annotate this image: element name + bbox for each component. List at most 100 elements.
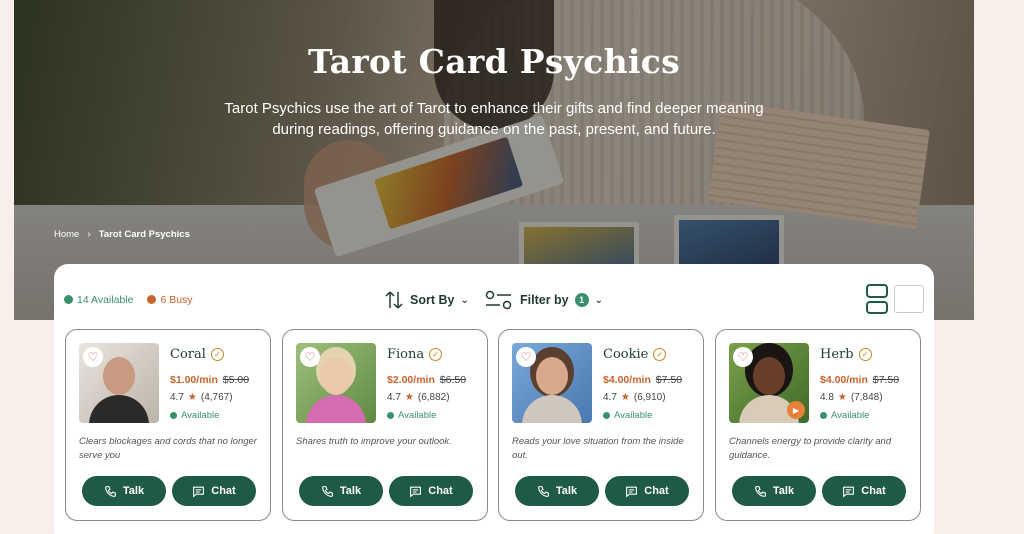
verified-icon: ✓ [858,348,872,361]
review-count: (6,882) [417,392,450,403]
chevron-down-icon: ⌄ [460,294,469,306]
busy-dot-icon [147,295,157,304]
availability-summary: 14 Available 6 Busy [64,294,193,306]
status-badge: Available [387,410,436,421]
psychic-card[interactable]: ♡ Coral ✓ $1.00/min $5.00 4.7 ★ (4,767) Ava… [65,329,271,521]
breadcrumb: Home › Tarot Card Psychics [54,229,190,240]
page-title: Tarot Card Psychics [307,42,681,81]
old-price: $6.50 [439,374,467,386]
price: $4.00/min $7.50 [603,374,682,386]
chat-button[interactable]: Chat [172,476,256,506]
status-text: Available [398,410,437,421]
chevron-right-icon: › [87,229,91,240]
rating-value: 4.8 [820,392,834,403]
rating-value: 4.7 [603,392,617,403]
chat-button[interactable]: Chat [822,476,906,506]
current-price: $1.00/min [170,374,218,386]
rating: 4.8 ★ (7,848) [820,392,883,403]
psychic-name[interactable]: Cookie ✓ [603,347,667,362]
busy-label: 6 Busy [160,294,193,306]
chat-button[interactable]: Chat [389,476,473,506]
status-text: Available [614,410,653,421]
photo-figure [753,357,785,395]
psychic-photo[interactable]: ♡ ▶ [729,343,809,423]
heart-icon[interactable]: ♡ [300,347,320,367]
list-view-toggle[interactable] [866,284,888,314]
psychic-card[interactable]: ♡ Fiona ✓ $2.00/min $6.50 4.7 ★ (6,882) Ava… [282,329,488,521]
old-price: $7.50 [872,374,900,386]
star-icon: ★ [837,392,847,403]
chat-icon [193,486,205,498]
talk-button[interactable]: Talk [299,476,383,506]
review-count: (6,910) [633,392,666,403]
play-video-icon[interactable]: ▶ [787,401,805,419]
chat-label: Chat [428,485,453,497]
rating-value: 4.7 [387,392,401,403]
sort-by-label: Sort By [410,293,455,307]
psychic-name[interactable]: Herb ✓ [820,347,872,362]
breadcrumb-home-link[interactable]: Home [54,229,79,240]
available-count: 14 Available [64,294,133,306]
status-dot-icon [170,412,177,419]
photo-figure [536,357,568,395]
grid-view-toggle[interactable] [894,285,924,313]
photo-figure [103,357,135,395]
chat-label: Chat [211,485,236,497]
sort-arrows-icon [385,291,403,309]
old-price: $5.00 [222,374,250,386]
filter-count-badge: 1 [574,293,589,307]
psychic-photo[interactable]: ♡ [296,343,376,423]
review-count: (7,848) [850,392,883,403]
status-text: Available [181,410,220,421]
psychic-name-text: Cookie [603,347,649,362]
sort-by-button[interactable]: Sort By ⌄ [384,288,469,312]
rating-value: 4.7 [170,392,184,403]
talk-button[interactable]: Talk [82,476,166,506]
psychic-description: Shares truth to improve your outlook. [296,436,452,447]
psychic-card[interactable]: ♡ ▶ Herb ✓ $4.00/min $7.50 4.8 ★ (7,848) Av… [715,329,921,521]
available-dot-icon [64,295,73,304]
psychic-name[interactable]: Coral ✓ [170,347,224,362]
psychic-name-text: Herb [820,347,854,362]
status-badge: Available [170,410,219,421]
rating: 4.7 ★ (6,882) [387,392,450,403]
phone-icon [537,485,549,497]
psychic-card[interactable]: ♡ Cookie ✓ $4.00/min $7.50 4.7 ★ (6,910) Av… [498,329,704,521]
talk-label: Talk [339,485,362,497]
current-price: $2.00/min [387,374,435,386]
review-count: (4,767) [200,392,233,403]
verified-icon: ✓ [429,348,443,361]
chat-icon [410,486,422,498]
psychic-description: Channels energy to provide clarity and g… [729,436,892,461]
talk-button[interactable]: Talk [515,476,599,506]
status-dot-icon [387,412,394,419]
heart-icon[interactable]: ♡ [516,347,536,367]
page-subtitle: Tarot Psychics use the art of Tarot to e… [224,100,764,138]
phone-icon [754,485,766,497]
talk-label: Talk [555,485,578,497]
chat-label: Chat [644,485,669,497]
star-icon: ★ [404,392,414,403]
status-text: Available [831,410,870,421]
photo-figure [522,395,582,423]
psychic-description: Clears blockages and cords that no longe… [79,436,257,461]
photo-figure [306,395,366,423]
chat-icon [626,486,638,498]
star-icon: ★ [620,392,630,403]
star-icon: ★ [187,392,197,403]
filter-by-label: Filter by [520,293,569,307]
heart-icon[interactable]: ♡ [83,347,103,367]
chat-button[interactable]: Chat [605,476,689,506]
psychic-photo[interactable]: ♡ [512,343,592,423]
psychic-name[interactable]: Fiona ✓ [387,347,443,362]
chat-label: Chat [861,485,886,497]
rating: 4.7 ★ (4,767) [170,392,233,403]
available-label: 14 Available [77,294,134,306]
status-dot-icon [603,412,610,419]
psychic-photo[interactable]: ♡ [79,343,159,423]
talk-button[interactable]: Talk [732,476,816,506]
talk-label: Talk [772,485,795,497]
filter-by-button[interactable]: Filter by 1 ⌄ [484,288,603,312]
heart-icon[interactable]: ♡ [733,347,753,367]
verified-icon: ✓ [210,348,224,361]
